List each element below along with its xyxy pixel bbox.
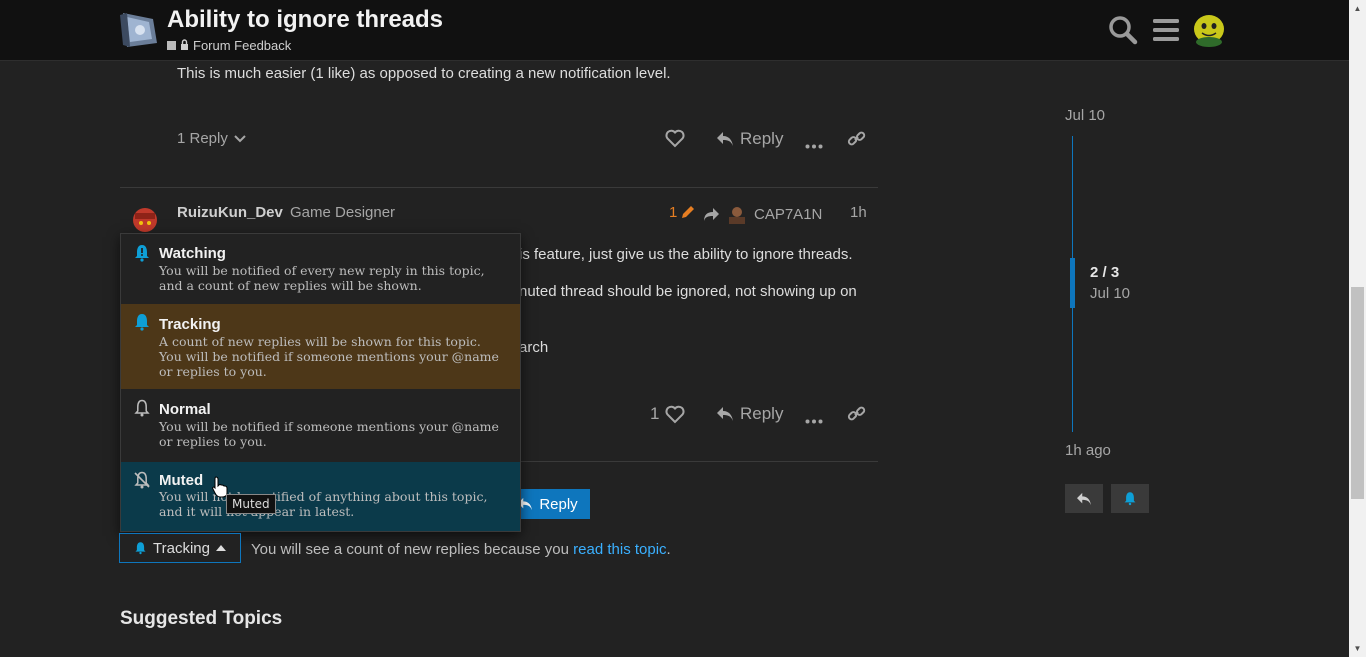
pencil-icon: [682, 206, 695, 218]
timeline-scroll-handle[interactable]: [1070, 258, 1075, 308]
reply-to-tab[interactable]: CAP7A1N: [703, 204, 822, 224]
reply-to-avatar: [729, 207, 745, 224]
scroll-up-arrow-icon[interactable]: ▲: [1353, 4, 1362, 13]
bell-slash-icon: [134, 471, 150, 489]
suggested-topics-heading: Suggested Topics: [120, 608, 283, 629]
timeline-reply-button[interactable]: [1065, 484, 1103, 513]
option-description: You will be notified of every new reply …: [159, 263, 485, 293]
option-description: A count of new replies will be shown for…: [159, 334, 499, 379]
search-icon[interactable]: [1107, 14, 1139, 46]
share-link-icon[interactable]: [847, 129, 866, 152]
timeline-notification-button[interactable]: [1111, 484, 1149, 513]
timeline-position-date: Jul 10: [1090, 285, 1131, 302]
reply-arrow-icon: [717, 132, 733, 146]
notification-option-tracking[interactable]: Tracking A count of new replies will be …: [121, 304, 520, 389]
option-description: You will be notified if someone mentions…: [159, 419, 499, 449]
reply-arrow-icon: [1077, 492, 1091, 505]
chevron-down-icon: [234, 130, 246, 147]
like-button[interactable]: [665, 129, 685, 152]
read-topic-link[interactable]: read this topic: [573, 541, 666, 558]
more-actions-icon[interactable]: [805, 411, 823, 428]
notification-level-button[interactable]: Tracking: [119, 533, 241, 563]
edit-history-button[interactable]: 1: [669, 203, 697, 221]
option-title: Tracking: [159, 316, 221, 333]
heart-icon: [665, 405, 686, 423]
notification-option-muted[interactable]: Muted You will not be notified of anythi…: [121, 462, 520, 531]
notification-status-text: You will see a count of new replies beca…: [251, 541, 671, 558]
option-description: You will not be notified of anything abo…: [159, 489, 488, 519]
notification-level-menu: Watching You will be notified of every n…: [120, 233, 521, 532]
share-arrow-icon: [704, 207, 719, 221]
heart-icon: [665, 129, 685, 148]
reply-to-username: CAP7A1N: [754, 205, 823, 223]
post-body-line: is feature, just give us the ability to …: [519, 246, 853, 263]
more-actions-icon[interactable]: [805, 136, 823, 153]
post-username[interactable]: RuizuKun_Dev: [177, 204, 283, 221]
edit-count: 1: [669, 203, 678, 221]
bell-icon: [135, 314, 149, 331]
notification-option-watching[interactable]: Watching You will be notified of every n…: [121, 234, 520, 304]
category-color-square: [167, 41, 176, 50]
status-suffix: .: [666, 541, 671, 558]
post-age[interactable]: 1h: [850, 204, 867, 221]
category-name: Forum Feedback: [193, 38, 292, 53]
reply-label: Reply: [740, 404, 784, 423]
option-title: Normal: [159, 401, 211, 418]
user-avatar[interactable]: [1192, 12, 1224, 47]
notification-option-normal[interactable]: Normal You will be notified if someone m…: [121, 389, 520, 462]
replies-label: 1 Reply: [177, 130, 228, 147]
reply-button[interactable]: Reply: [716, 404, 783, 424]
timeline-end-label[interactable]: 1h ago: [1065, 442, 1111, 459]
user-title: Game Designer: [290, 204, 396, 221]
option-title: Watching: [159, 245, 226, 262]
post-body-line: nuted thread should be ignored, not show…: [519, 283, 857, 300]
bell-icon: [135, 542, 146, 555]
post-body-text: This is much easier (1 like) as opposed …: [177, 65, 671, 82]
share-link-icon[interactable]: [847, 404, 866, 427]
like-button[interactable]: 1: [650, 404, 686, 424]
bell-exclamation-icon: [135, 245, 149, 262]
like-count: 1: [650, 404, 660, 423]
bell-outline-icon: [134, 399, 150, 417]
bell-icon: [1124, 492, 1136, 506]
reply-label: Reply: [740, 129, 784, 148]
scroll-down-arrow-icon[interactable]: ▼: [1353, 644, 1362, 653]
option-title: Muted: [159, 472, 204, 489]
reply-arrow-icon: [717, 407, 733, 421]
post-body-line: arch: [519, 339, 549, 356]
timeline-position: 2 / 3: [1090, 264, 1120, 281]
caret-up-icon: [215, 545, 226, 551]
topic-title[interactable]: Ability to ignore threads: [167, 6, 443, 34]
tooltip: Muted: [226, 494, 276, 514]
notification-level-label: Tracking: [153, 539, 210, 557]
timeline-start-date[interactable]: Jul 10: [1065, 107, 1105, 124]
scrollbar-thumb[interactable]: [1351, 287, 1364, 499]
category-badge[interactable]: Forum Feedback: [167, 38, 291, 53]
lock-icon: [180, 38, 189, 53]
reply-button[interactable]: Reply: [716, 129, 783, 149]
reply-label: Reply: [539, 495, 578, 513]
hamburger-menu-icon[interactable]: [1150, 14, 1182, 46]
post-divider: [120, 187, 878, 188]
status-prefix: You will see a count of new replies beca…: [251, 541, 574, 558]
site-logo[interactable]: [119, 9, 161, 49]
show-replies-button[interactable]: 1 Reply: [177, 130, 246, 147]
